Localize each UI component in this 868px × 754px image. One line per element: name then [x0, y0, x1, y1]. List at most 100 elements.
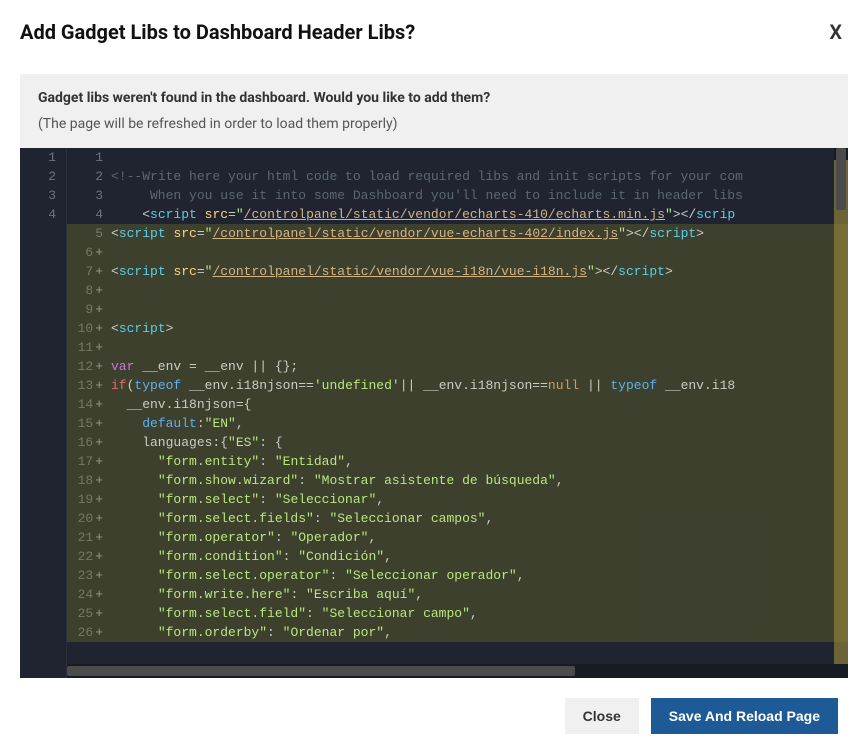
save-reload-button[interactable]: Save And Reload Page — [651, 698, 838, 734]
modal-dialog: Add Gadget Libs to Dashboard Header Libs… — [0, 0, 868, 754]
left-line-number — [20, 300, 56, 319]
left-line-number — [20, 376, 56, 395]
code-line: <script src="/controlpanel/static/vendor… — [107, 262, 848, 281]
code-line: <script src="/controlpanel/static/vendor… — [107, 205, 848, 224]
left-line-number — [20, 642, 56, 661]
right-line-gutter: 123456+7+8+9+10+11+12+13+14+15+16+17+18+… — [67, 148, 107, 678]
left-line-number — [20, 623, 56, 642]
right-line-number: 14+ — [67, 395, 103, 414]
plus-icon: + — [93, 300, 103, 319]
right-line-number: 12+ — [67, 357, 103, 376]
right-line-number: 8+ — [67, 281, 103, 300]
right-line-number: 18+ — [67, 471, 103, 490]
right-line-number: 11+ — [67, 338, 103, 357]
plus-icon: + — [93, 376, 103, 395]
left-line-number — [20, 604, 56, 623]
right-line-number: 15+ — [67, 414, 103, 433]
right-line-number: 25+ — [67, 604, 103, 623]
right-line-number: 1 — [67, 148, 103, 167]
info-secondary: (The page will be refreshed in order to … — [38, 116, 830, 132]
plus-icon: + — [93, 585, 103, 604]
code-line — [107, 148, 848, 167]
left-line-number — [20, 490, 56, 509]
left-line-number — [20, 262, 56, 281]
modal-title: Add Gadget Libs to Dashboard Header Libs… — [20, 20, 415, 44]
left-line-number — [20, 471, 56, 490]
code-line: <script src="/controlpanel/static/vendor… — [107, 224, 848, 243]
left-line-number: 1 — [20, 148, 56, 167]
right-line-number: 4 — [67, 205, 103, 224]
left-line-number — [20, 414, 56, 433]
left-line-number — [20, 319, 56, 338]
plus-icon: + — [93, 490, 103, 509]
plus-icon: + — [93, 319, 103, 338]
scrollbar-thumb-v[interactable] — [836, 148, 846, 210]
right-line-number: 24+ — [67, 585, 103, 604]
code-line: <!--Write here your html code to load re… — [107, 167, 848, 186]
code-line: if(typeof __env.i18njson=='undefined'|| … — [107, 376, 848, 395]
plus-icon: + — [93, 604, 103, 623]
code-line: "form.show.wizard": "Mostrar asistente d… — [107, 471, 848, 490]
info-box: Gadget libs weren't found in the dashboa… — [20, 74, 848, 148]
code-line: "form.select": "Seleccionar", — [107, 490, 848, 509]
plus-icon: + — [93, 338, 103, 357]
plus-icon: + — [93, 243, 103, 262]
right-line-number: 21+ — [67, 528, 103, 547]
plus-icon: + — [93, 262, 103, 281]
right-line-number: 10+ — [67, 319, 103, 338]
right-line-number: 19+ — [67, 490, 103, 509]
code-line: __env.i18njson={ — [107, 395, 848, 414]
code-content[interactable]: <!--Write here your html code to load re… — [107, 148, 848, 678]
right-line-number: 17+ — [67, 452, 103, 471]
info-primary: Gadget libs weren't found in the dashboa… — [38, 90, 830, 106]
code-line — [107, 300, 848, 319]
left-line-number: 2 — [20, 167, 56, 186]
plus-icon: + — [93, 452, 103, 471]
scrollbar-thumb-h[interactable] — [67, 666, 575, 676]
code-diff-viewer[interactable]: 1234 123456+7+8+9+10+11+12+13+14+15+16+1… — [20, 148, 848, 678]
plus-icon: + — [93, 547, 103, 566]
code-line: "form.condition": "Condición", — [107, 547, 848, 566]
code-line — [107, 281, 848, 300]
code-line: When you use it into some Dashboard you'… — [107, 186, 848, 205]
code-line: "form.entity": "Entidad", — [107, 452, 848, 471]
left-line-number — [20, 566, 56, 585]
left-line-number — [20, 452, 56, 471]
left-line-gutter: 1234 — [20, 148, 67, 678]
right-line-number: 20+ — [67, 509, 103, 528]
right-line-number: 26+ — [67, 623, 103, 642]
right-line-number: 9+ — [67, 300, 103, 319]
code-line: <script> — [107, 319, 848, 338]
plus-icon: + — [93, 623, 103, 642]
right-line-number: 3 — [67, 186, 103, 205]
close-button[interactable]: Close — [565, 698, 639, 734]
right-line-number: 5 — [67, 224, 103, 243]
plus-icon: + — [93, 281, 103, 300]
code-line: "form.select.operator": "Seleccionar ope… — [107, 566, 848, 585]
scrollbar-added-marker — [834, 160, 848, 664]
left-line-number — [20, 224, 56, 243]
plus-icon: + — [93, 357, 103, 376]
plus-icon: + — [93, 433, 103, 452]
left-line-number — [20, 281, 56, 300]
right-line-number: 16+ — [67, 433, 103, 452]
vertical-scrollbar[interactable] — [834, 148, 848, 664]
code-line — [107, 243, 848, 262]
plus-icon: + — [93, 566, 103, 585]
right-line-number: 13+ — [67, 376, 103, 395]
plus-icon: + — [93, 528, 103, 547]
close-icon[interactable]: X — [823, 20, 848, 44]
horizontal-scrollbar[interactable] — [67, 664, 848, 678]
left-line-number — [20, 357, 56, 376]
left-line-number: 3 — [20, 186, 56, 205]
modal-header: Add Gadget Libs to Dashboard Header Libs… — [20, 20, 848, 44]
right-line-number: 2 — [67, 167, 103, 186]
code-line: "form.orderby": "Ordenar por", — [107, 623, 848, 642]
code-line: var __env = __env || {}; — [107, 357, 848, 376]
right-line-number: 7+ — [67, 262, 103, 281]
code-line — [107, 338, 848, 357]
plus-icon: + — [93, 395, 103, 414]
plus-icon: + — [93, 471, 103, 490]
left-line-number — [20, 585, 56, 604]
left-line-number — [20, 243, 56, 262]
